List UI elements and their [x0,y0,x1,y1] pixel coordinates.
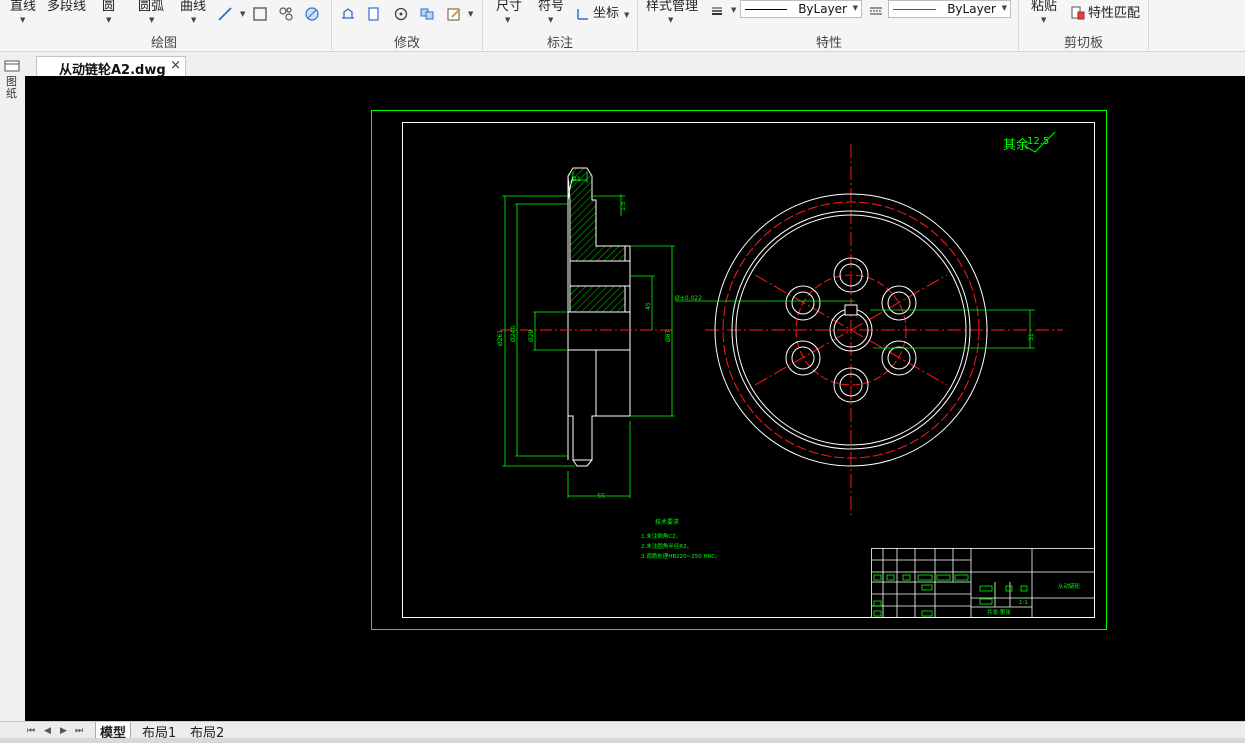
group-separator [1148,0,1149,50]
symbol-button[interactable]: 符号 [538,0,564,14]
inner-frame [402,122,1095,618]
draw-group-title: 绘图 [151,36,178,51]
group-separator [1018,0,1019,50]
horizontal-scrollbar[interactable] [0,738,1245,743]
curve-dropdown-icon[interactable]: ▼ [191,16,196,24]
dim-bore: Ø28 [528,329,535,342]
lineweight-dropdown-icon[interactable]: ▼ [731,6,736,14]
title-scale: 1:1 [1019,600,1028,606]
color-swatch [893,9,936,10]
rotate-icon[interactable] [393,6,409,22]
front-view: Ø±0.022 31 [675,144,1063,516]
sheet-panel-label[interactable]: 图纸 [6,76,19,100]
document-tab[interactable]: 从动链轮A2.dwg × [36,56,186,78]
title-sheet: 共张 第张 [987,608,1011,616]
stretch-icon[interactable] [340,6,356,22]
linetype-swatch [745,9,787,10]
color-select[interactable]: ByLayer ▼ [888,0,1011,18]
arc-button[interactable]: 圆弧 [138,0,164,14]
last-layout-icon[interactable]: ⏭ [75,726,83,736]
dim-tolerance: Ø±0.022 [675,295,702,302]
group-separator [482,0,483,50]
construction-line-dropdown-icon[interactable]: ▼ [240,10,245,18]
match-properties-button[interactable]: 特性匹配 [1088,7,1140,21]
lineweight-icon[interactable] [709,3,725,19]
ribbon-toolbar: 直线 ▼ 多段线 圆 ▼ 圆弧 ▼ 曲线 ▼ ▼ 绘图 ▼ 修改 尺寸 ▼ 符号… [0,0,1245,52]
coordinate-button[interactable]: 坐标 [593,7,619,21]
note-line-2: 2.未注圆角半径R2。 [641,542,692,550]
color-value: ByLayer [947,2,996,16]
sheet-panel-icon[interactable] [4,60,20,72]
close-icon[interactable]: × [170,58,181,73]
dim-top-width: 21 [573,176,581,183]
style-manager-dropdown-icon[interactable]: ▼ [668,16,673,24]
tab-layout1[interactable]: 布局1 [138,722,180,741]
section-view: 21 1.5 Ø261 Ø240 Ø28 Ø87 45 55 [497,167,675,498]
array-icon[interactable] [419,6,435,22]
edit-icon[interactable] [446,6,462,22]
tab-layout2[interactable]: 布局2 [186,722,228,741]
rectangle-icon[interactable] [252,6,268,22]
style-manager-button[interactable]: 样式管理 [646,0,698,14]
next-layout-icon[interactable]: ▶ [60,726,67,736]
dim-chamfer: 1.5 [620,201,627,211]
clipboard-group-title: 剪切板 [1064,36,1104,51]
construction-line-icon[interactable] [217,6,233,22]
dim-keyway: 31 [1028,333,1035,341]
document-tab-bar [0,52,1245,75]
annotate-group-title: 标注 [547,36,574,51]
match-properties-icon[interactable] [1070,5,1086,21]
previous-layout-icon[interactable]: ◀ [44,726,51,736]
linetype-select[interactable]: ByLayer ▼ [740,0,862,18]
line-dropdown-icon[interactable]: ▼ [20,16,25,24]
group-separator [331,0,332,50]
coordinate-dropdown-icon[interactable]: ▼ [624,11,629,19]
dim-d240: Ø240 [510,326,517,342]
paste-button[interactable]: 粘贴 [1031,0,1057,14]
dim-bottom-width: 55 [597,491,605,498]
region-icon[interactable] [278,6,294,22]
cad-application: 直线 ▼ 多段线 圆 ▼ 圆弧 ▼ 曲线 ▼ ▼ 绘图 ▼ 修改 尺寸 ▼ 符号… [0,0,1245,743]
polyline-button[interactable]: 多段线 [47,0,86,14]
dimension-dropdown-icon[interactable]: ▼ [505,16,510,24]
title-block [871,548,1095,618]
group-separator [637,0,638,50]
circle-dropdown-icon[interactable]: ▼ [106,16,111,24]
tab-model[interactable]: 模型 [95,722,132,741]
technical-notes: 技术要求 1.未注倒角C2。 2.未注圆角半径R2。 3.调质处理HB220~2… [641,518,721,560]
chevron-down-icon: ▼ [852,4,858,12]
coordinate-icon[interactable] [575,6,591,22]
chevron-down-icon: ▼ [1001,4,1007,12]
line-button[interactable]: 直线 [10,0,36,14]
note-line-1: 1.未注倒角C2。 [641,532,681,540]
first-layout-icon[interactable]: ⏮ [27,726,35,736]
circle-button[interactable]: 圆 [102,0,115,14]
properties-group-title: 特性 [816,36,843,51]
curve-button[interactable]: 曲线 [180,0,206,14]
modify-group-title: 修改 [394,36,421,51]
linetype-value: ByLayer [798,2,847,16]
cad-drawing: 其余 12.5 21 1.5 Ø261 Ø240 Ø28 Ø87 45 55 Ø… [371,110,1107,630]
dim-hub: Ø87 [665,329,672,342]
note-line-3: 3.调质处理HB220~250 HRC。 [641,552,721,560]
drawing-canvas[interactable]: 其余 12.5 21 1.5 Ø261 Ø240 Ø28 Ø87 45 55 Ø… [25,76,1245,721]
linetype-manager-icon[interactable] [868,3,884,19]
left-sidebar: 图纸 [0,52,25,722]
symbol-dropdown-icon[interactable]: ▼ [548,16,553,24]
hatch-icon[interactable] [304,6,320,22]
arc-dropdown-icon[interactable]: ▼ [149,16,154,24]
notes-title: 技术要求 [655,518,679,526]
dim-groove: 45 [645,302,652,310]
copy-icon[interactable] [366,6,382,22]
modify-more-dropdown-icon[interactable]: ▼ [468,10,473,18]
paste-dropdown-icon[interactable]: ▼ [1041,16,1046,24]
dim-total-diameter: Ø261 [497,330,504,346]
dimension-button[interactable]: 尺寸 [496,0,522,14]
title-part-name: 从动链轮 [1058,582,1081,590]
surface-finish-text: 其余 [1003,137,1029,153]
